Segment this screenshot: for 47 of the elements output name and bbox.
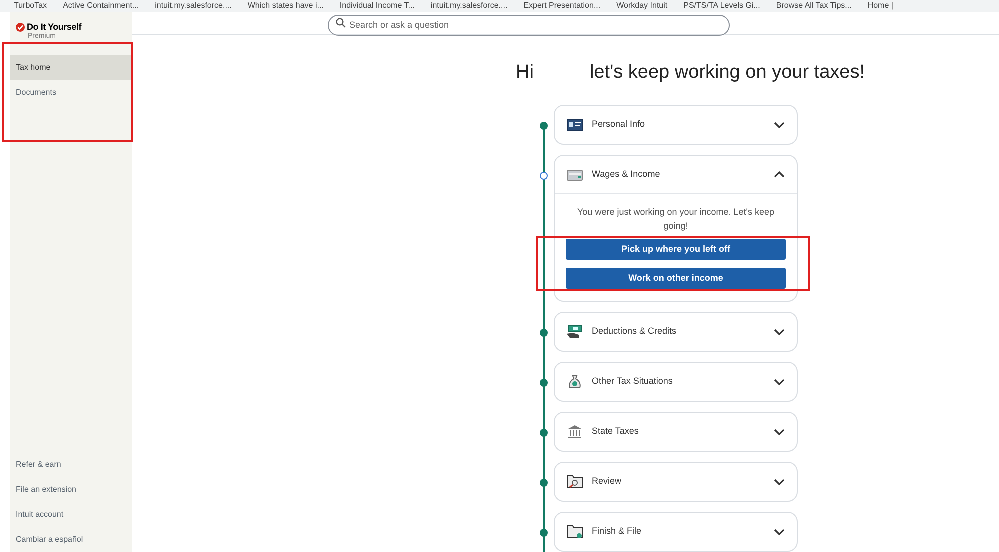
folder-check-icon	[567, 525, 583, 539]
money-hand-icon	[567, 325, 583, 339]
chevron-down-icon[interactable]	[774, 378, 785, 386]
bookmark-link[interactable]: Individual Income T...	[340, 1, 415, 11]
wallet-icon	[567, 168, 583, 180]
bookmark-link[interactable]: Browse All Tax Tips...	[776, 1, 852, 11]
search-icon	[336, 18, 346, 28]
bookmark-link[interactable]: PS/TS/TA Levels Gi...	[684, 1, 760, 11]
section-header[interactable]: Deductions & Credits	[555, 313, 797, 351]
id-card-icon	[567, 119, 583, 131]
bookmark-link[interactable]: Active Containment...	[63, 1, 140, 11]
sidebar-link[interactable]: File an extension	[10, 477, 132, 502]
chevron-down-icon[interactable]	[774, 328, 785, 336]
bookmark-link[interactable]: Which states have i...	[248, 1, 324, 11]
chevron-down-icon[interactable]	[774, 122, 785, 128]
greeting-hi: Hi	[516, 60, 534, 84]
sidebar-item[interactable]: Documents	[10, 80, 132, 105]
bookmark-link[interactable]: Home |	[868, 1, 894, 11]
bookmark-link[interactable]: intuit.my.salesforce....	[430, 1, 508, 11]
folder-magnifier-icon	[567, 475, 583, 489]
section-header[interactable]: Finish & File	[555, 513, 797, 551]
section-header[interactable]: Wages & Income	[555, 156, 797, 194]
section-header[interactable]: Personal Info	[555, 106, 797, 144]
bookmark-link[interactable]: Workday Intuit	[616, 1, 668, 11]
chevron-down-icon[interactable]	[774, 428, 785, 436]
primary-button[interactable]: Work on other income	[566, 268, 786, 289]
chevron-down-icon[interactable]	[774, 478, 785, 486]
sidebar-link[interactable]: Refer & earn	[10, 452, 132, 477]
primary-button[interactable]: Pick up where you left off	[566, 239, 786, 260]
bookmark-link[interactable]: intuit.my.salesforce....	[155, 1, 232, 11]
brand-name: Do It Yourself	[27, 23, 82, 32]
chevron-down-icon[interactable]	[774, 528, 785, 536]
section-header[interactable]: State Taxes	[555, 413, 797, 451]
section-header[interactable]: Other Tax Situations	[555, 363, 797, 401]
bank-icon	[568, 425, 582, 439]
greeting-message: let's keep working on your taxes!	[590, 60, 865, 84]
bookmark-link[interactable]: Expert Presentation...	[524, 1, 601, 11]
money-bag-icon	[569, 374, 581, 390]
sidebar-item[interactable]: Tax home	[10, 55, 132, 80]
section-header[interactable]: Review	[555, 463, 797, 501]
checkmark-logo-icon	[16, 23, 25, 32]
sidebar-link[interactable]: Cambiar a español	[10, 527, 132, 552]
search-field[interactable]: Search or ask a question	[328, 14, 730, 36]
progress-message: You were just working on your income. Let's keep going!	[576, 206, 776, 233]
chevron-up-icon[interactable]	[774, 171, 785, 178]
sidebar-link[interactable]: Intuit account	[10, 502, 132, 527]
bookmark-link[interactable]: TurboTax	[14, 1, 48, 11]
